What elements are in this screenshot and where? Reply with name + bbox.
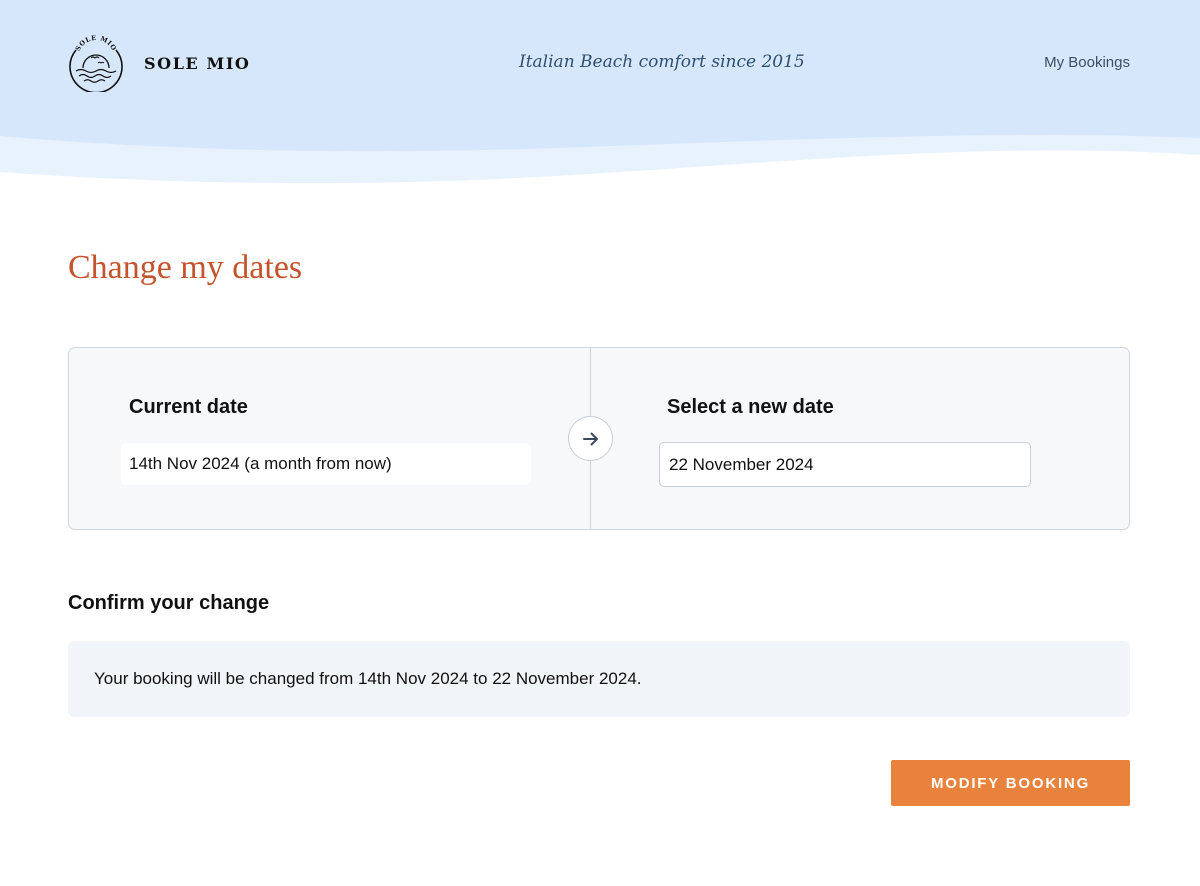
current-date-heading: Current date [129, 396, 248, 418]
arrow-right-icon [582, 432, 598, 445]
site-header: SOLE MIO SOLE MIO Italian Beach comfort … [0, 0, 1200, 190]
arrow-circle [568, 416, 613, 461]
logo-ring-text: SOLE MIO [74, 34, 118, 52]
current-date-value: 14th Nov 2024 (a month from now) [121, 443, 531, 485]
new-date-heading: Select a new date [667, 396, 834, 418]
confirm-message: Your booking will be changed from 14th N… [94, 669, 642, 688]
svg-text:SOLE MIO: SOLE MIO [74, 34, 118, 52]
confirm-message-box: Your booking will be changed from 14th N… [68, 641, 1130, 717]
brand[interactable]: SOLE MIO SOLE MIO [67, 34, 250, 92]
my-bookings-link[interactable]: My Bookings [1044, 54, 1130, 71]
new-date-input[interactable] [659, 442, 1031, 487]
modify-booking-button[interactable]: MODIFY BOOKING [891, 760, 1130, 806]
header-wave-background [0, 0, 1200, 190]
date-change-card: Current date 14th Nov 2024 (a month from… [68, 347, 1130, 530]
header-tagline: Italian Beach comfort since 2015 [519, 52, 805, 72]
confirm-heading: Confirm your change [68, 592, 270, 614]
page-title: Change my dates [68, 249, 303, 286]
page: SOLE MIO SOLE MIO Italian Beach comfort … [0, 0, 1200, 886]
brand-name: SOLE MIO [144, 53, 251, 73]
sun-sea-birds-logo-icon: SOLE MIO [69, 34, 123, 92]
